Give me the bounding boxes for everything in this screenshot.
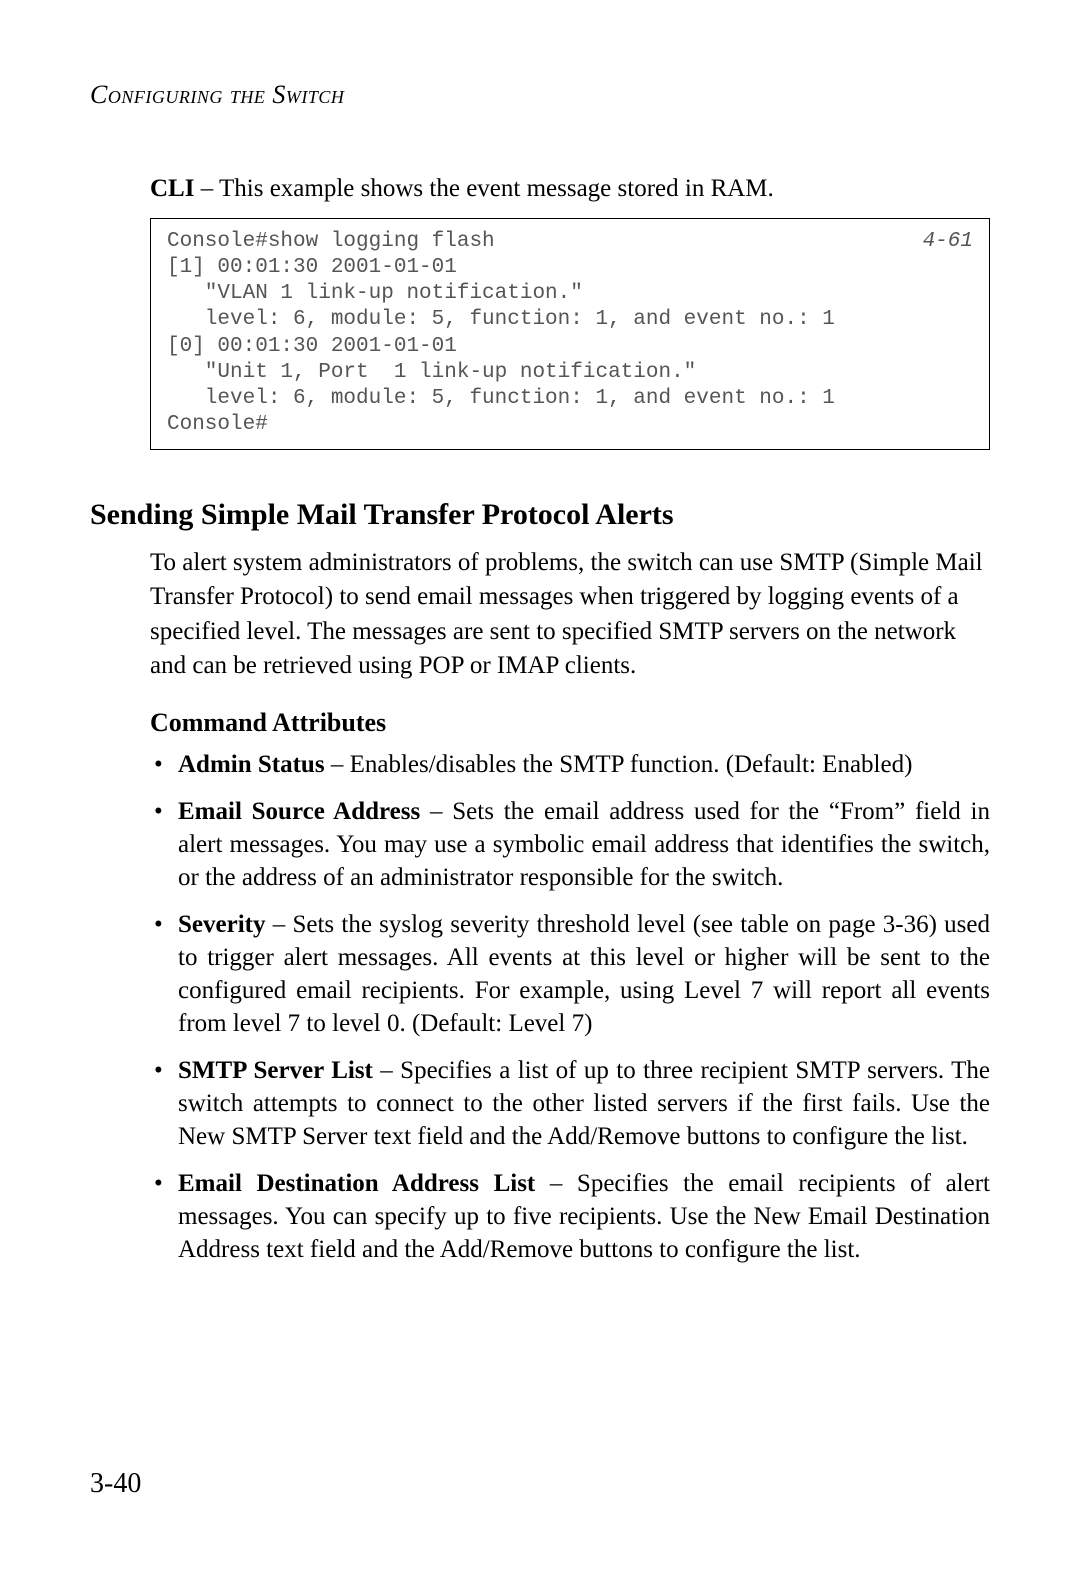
attribute-list: Admin Status – Enables/disables the SMTP…	[150, 748, 990, 1266]
console-ref: 4-61	[923, 229, 973, 255]
cli-intro: CLI – This example shows the event messa…	[150, 170, 990, 208]
attr-desc: – Enables/disables the SMTP function. (D…	[325, 751, 913, 778]
cli-label: CLI	[150, 175, 194, 202]
running-head: Configuring the Switch	[90, 80, 990, 110]
list-item: Email Destination Address List – Specifi…	[150, 1167, 990, 1266]
attr-name: SMTP Server List	[178, 1057, 373, 1084]
attr-name: Admin Status	[178, 751, 325, 778]
attr-desc: – Sets the syslog severity threshold lev…	[178, 911, 990, 1037]
list-item: Email Source Address – Sets the email ad…	[150, 795, 990, 894]
page-number: 3-40	[90, 1468, 141, 1500]
console-output: 4-61 Console#show logging flash [1] 00:01…	[150, 218, 990, 450]
section-paragraph: To alert system administrators of proble…	[150, 546, 990, 684]
cli-intro-text: – This example shows the event message s…	[194, 175, 773, 202]
subheading: Command Attributes	[150, 708, 990, 738]
document-page: Configuring the Switch CLI – This exampl…	[0, 0, 1080, 1570]
section-heading: Sending Simple Mail Transfer Protocol Al…	[90, 498, 990, 532]
list-item: Severity – Sets the syslog severity thre…	[150, 908, 990, 1040]
section-body: To alert system administrators of proble…	[150, 546, 990, 1266]
list-item: SMTP Server List – Specifies a list of u…	[150, 1054, 990, 1153]
console-text: Console#show logging flash [1] 00:01:30 …	[167, 230, 835, 437]
attr-name: Email Destination Address List	[178, 1170, 535, 1197]
body-column: CLI – This example shows the event messa…	[150, 170, 990, 450]
attr-name: Severity	[178, 911, 265, 938]
attr-name: Email Source Address	[178, 798, 420, 825]
list-item: Admin Status – Enables/disables the SMTP…	[150, 748, 990, 781]
